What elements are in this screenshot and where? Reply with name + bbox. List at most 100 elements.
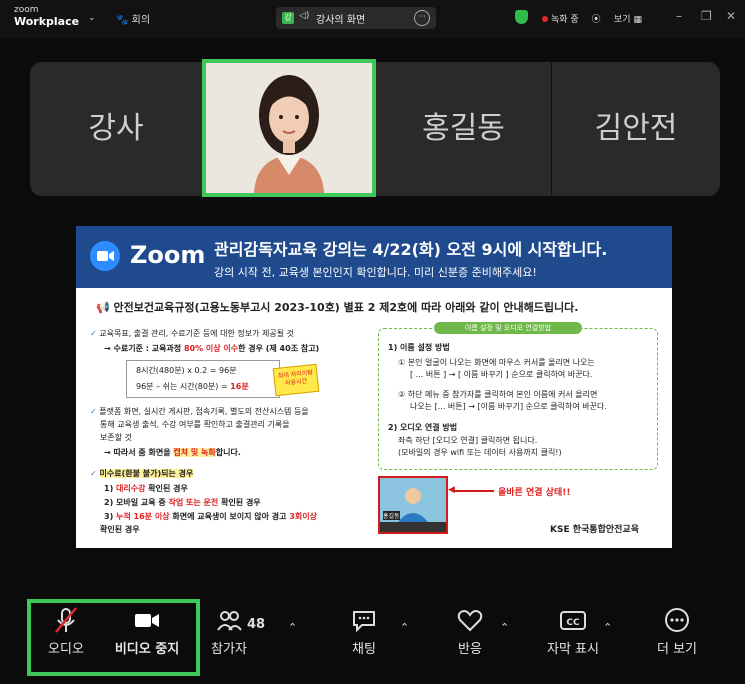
item-3-3a: 3) [104,512,114,521]
item-3-1b: 대리수강 [116,484,146,493]
participant-tile-kim[interactable]: 김안전 [552,62,720,196]
speaker-photo [206,63,372,193]
more-button[interactable]: 더 보기 [650,606,704,657]
paw-icon: 🐾 [116,15,129,26]
calc-line-2: 96분 – 쉬는 시간(80분) = 16분 [136,381,249,392]
item-3-3d: 3회이상 [289,512,317,521]
minimize-icon[interactable]: – [676,9,682,23]
banner-line-1: 관리감독자교육 강의는 4/22(화) 오전 9시에 시작합니다. [214,240,608,259]
item-2-line-3: 보존할 것 [100,433,132,442]
calc-line-1: 8시간(480분) x 0.2 = 96분 [136,366,237,375]
participant-tile-hong[interactable]: 홍길동 [376,62,551,196]
item-2-4c: 합니다. [215,448,241,457]
screen-share-chip[interactable]: 강 ◁) 강사의 화면 ··· [276,7,436,29]
camera-icon [104,606,190,634]
view-button[interactable]: 보기 ▦ [614,12,642,25]
participant-tile-instructor[interactable]: 강사 [30,62,202,196]
record-control-icon[interactable]: ⦿ [592,15,601,25]
recording-indicator[interactable]: 녹화 중 ⦿ [542,12,601,25]
regulation-notice: 📢 안전보건교육규정(고용노동부고시 2023-10호) 별표 2 제2호에 따… [96,299,578,315]
audio-label: 오디오 [48,642,84,657]
audio-button[interactable]: 오디오 [40,606,92,657]
captions-caret-icon[interactable]: ⌃ [603,621,612,634]
item-1: ✓ 교육목표, 출결 관리, 수료기준 등에 대한 정보가 제공될 것 [90,328,294,339]
connection-preview-image: 홍길동 [378,476,448,534]
criteria-b: 80% 이상 이수 [183,344,239,353]
item-2-line-2: 통해 교육생 출석, 수강 여부를 확인하고 출결관리 기록을 [100,420,290,429]
preview-person-icon [380,478,446,532]
more-label: 더 보기 [656,642,697,657]
item-3-1: 1) 대리수강 확인된 경우 [104,483,188,494]
name-step-b2: 나오는 [... 버튼] → [이름 바꾸기] 순으로 클릭하여 바꾼다. [410,402,607,411]
participant-name: 강사 [88,111,144,146]
arrow-line [454,490,494,492]
captions-label: 자막 표시 [547,642,599,657]
shared-screen: Zoom 관리감독자교육 강의는 4/22(화) 오전 9시에 시작합니다. 강… [76,226,672,548]
item-3-2c: 확인된 경우 [221,498,261,507]
banner-line-2: 강의 시작 전, 교육생 본인인지 확인합니다. 미리 신분증 준비해주세요! [214,266,537,279]
svg-text:CC: CC [566,618,580,628]
check-icon: ✓ [90,407,97,416]
zoom-camera-icon [90,241,120,271]
top-bar: zoom Workplace ⌄ 🐾 회의 강 ◁) 강사의 화면 ··· 녹화… [0,0,745,38]
more-dots-icon [650,606,704,634]
criteria-line: → 수료기준 : 교육과정 80% 이상 이수한 경우 (제 40조 참고) [104,343,319,354]
notice-text: 안전보건교육규정(고용노동부고시 2023-10호) 별표 2 제2호에 따라 … [113,301,579,314]
security-shield-icon[interactable] [515,10,528,24]
name-step-a2: [ ... 버튼 ] → [ 이름 바꾸기 ] 순으로 클릭하여 바꾼다. [410,370,593,379]
chat-button[interactable]: 채팅 [342,606,386,657]
item-3-2b: 작업 또는 운전 [168,498,219,507]
audio-step-a: 좌측 하단 [오디오 연결] 클릭하면 됩니다. [398,436,538,445]
restore-icon[interactable]: ❐ [701,9,712,23]
item-2-text-1: 플랫폼 화면, 실시간 게시판, 접속기록, 별도의 전산시스템 등을 [99,407,309,416]
captions-button[interactable]: CC 자막 표시 [538,606,608,657]
criteria-c: 한 경우 (제 40조 참고) [238,344,320,353]
zoom-workplace-logo[interactable]: zoom Workplace [14,5,79,27]
chat-caret-icon[interactable]: ⌃ [400,621,409,634]
slide-banner: Zoom 관리감독자교육 강의는 4/22(화) 오전 9시에 시작합니다. 강… [76,226,672,288]
item-3-title: 미수료(환불 불가)되는 경우 [99,469,194,478]
item-3-3b: 누적 16분 이상 [116,512,170,521]
preview-name: 홍길동 [383,511,400,520]
item-1-text: 교육목표, 출결 관리, 수료기준 등에 대한 정보가 제공될 것 [99,329,294,338]
correct-state-label: 올바른 연결 상태!! [498,488,571,498]
name-step-a1: ① 본인 얼굴이 나오는 화면에 마우스 커서를 올리면 나오는 [398,358,595,367]
reactions-button[interactable]: 반응 [448,606,492,657]
meeting-info[interactable]: 🐾 회의 [116,11,150,26]
share-label: 강사의 화면 [316,15,366,26]
item-3-2: 2) 모바일 교육 중 작업 또는 운전 확인된 경우 [104,497,261,508]
criteria-a: → 수료기준 : 교육과정 [104,344,182,353]
view-label: 보기 [614,15,631,25]
reactions-caret-icon[interactable]: ⌃ [500,621,509,634]
chat-label: 채팅 [352,642,376,657]
item-3-1c: 확인된 경우 [148,484,188,493]
chat-icon [342,606,386,634]
calc-2a: 96분 – 쉬는 시간(80분) = [136,382,228,391]
item-2-4a: → 따라서 줌 화면을 [104,448,171,457]
item-3-1a: 1) [104,484,114,493]
participants-caret-icon[interactable]: ⌃ [288,621,297,634]
active-speaker-video[interactable] [202,59,376,197]
calc-2b: 16분 [230,382,249,391]
kse-logo: KSE 한국통합안전교육 [550,525,639,535]
close-icon[interactable]: ✕ [726,9,736,23]
name-setting-title: 1) 이름 설정 방법 [388,343,450,352]
video-label: 비디오 중지 [114,642,180,657]
record-dot-icon [542,16,548,22]
stop-video-button[interactable]: 비디오 중지 [104,606,190,657]
heart-icon [448,606,492,634]
slide-zoom-brand: Zoom [130,241,206,269]
recording-label: 녹화 중 [551,15,579,25]
check-icon: ✓ [90,329,97,338]
grid-icon: ▦ [633,15,642,25]
presenter-badge: 강 [282,12,294,24]
more-options-icon[interactable]: ··· [414,10,430,26]
chevron-down-icon[interactable]: ⌄ [88,13,96,23]
audio-setting-title: 2) 오디오 연결 방법 [388,423,458,432]
participant-name: 김안전 [594,111,678,146]
check-icon: ✓ [90,469,97,478]
max-absence-badge: 최대 자리이탈 허용시간 [272,363,320,397]
item-3-3: 3) 누적 16분 이상 화면에 교육생이 보이지 않아 경고 3회이상 [104,511,317,522]
name-step-b1: ② 하단 메뉴 중 참가자를 클릭하여 본인 이름에 커서 올리면 [398,390,598,399]
item-2-4b: 캡쳐 및 녹화 [173,448,216,457]
